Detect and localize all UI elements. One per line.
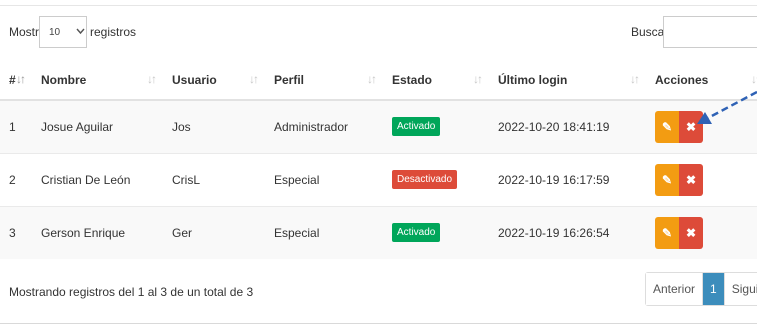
pagination: Anterior 1 Siguiente (645, 272, 757, 306)
sort-icon: ↓↑ (16, 72, 26, 86)
column-header-perfil[interactable]: Perfil ↓↑ (265, 60, 383, 101)
cell-acciones: ✎ ✖ (646, 99, 757, 153)
cell-nombre: Gerson Enrique (32, 205, 163, 259)
column-header-estado[interactable]: Estado ↓↑ (383, 60, 489, 101)
sort-icon: ↓↑ (473, 72, 483, 86)
close-icon: ✖ (685, 172, 697, 187)
edit-button[interactable]: ✎ (655, 216, 679, 249)
cell-estado: Desactivado (383, 152, 489, 206)
delete-button[interactable]: ✖ (679, 163, 703, 196)
pencil-icon: ✎ (661, 225, 673, 240)
close-icon: ✖ (685, 119, 697, 134)
cell-ultimo-login: 2022-10-19 16:17:59 (489, 152, 646, 206)
action-buttons: ✎ ✖ (655, 216, 703, 249)
table-controls: Mostrar 10 registros Buscar: (0, 16, 757, 48)
sort-icon: ↓↑ (751, 72, 757, 86)
cell-nombre: Cristian De León (32, 152, 163, 206)
column-header-label: # (9, 72, 16, 87)
cell-estado: Activado (383, 205, 489, 259)
next-page-button[interactable]: Siguiente (724, 273, 757, 305)
search-input[interactable] (663, 16, 757, 48)
cell-perfil: Especial (265, 152, 383, 206)
status-badge[interactable]: Activado (392, 223, 441, 243)
cell-acciones: ✎ ✖ (646, 152, 757, 206)
page-1-button[interactable]: 1 (702, 273, 725, 305)
cell-num: 3 (0, 205, 32, 259)
column-header-ultimo-login[interactable]: Último login ↓↑ (489, 60, 646, 101)
cell-estado: Activado (383, 99, 489, 153)
cell-ultimo-login: 2022-10-19 16:26:54 (489, 205, 646, 259)
pencil-icon: ✎ (661, 172, 673, 187)
chevron-down-icon (76, 24, 85, 40)
column-header-label: Nombre (41, 72, 87, 87)
table-row: 2 Cristian De León CrisL Especial Desact… (0, 152, 757, 206)
page-size-value: 10 (49, 27, 61, 38)
column-header-usuario[interactable]: Usuario ↓↑ (163, 60, 265, 101)
table-row: 3 Gerson Enrique Ger Especial Activado 2… (0, 205, 757, 259)
column-header-label: Acciones (655, 72, 709, 87)
delete-button[interactable]: ✖ (679, 216, 703, 249)
column-header-label: Usuario (172, 72, 217, 87)
action-buttons: ✎ ✖ (655, 163, 703, 196)
status-badge[interactable]: Activado (392, 117, 441, 137)
column-header-num[interactable]: # ↓↑ (0, 60, 32, 101)
column-header-label: Estado (392, 72, 433, 87)
close-icon: ✖ (685, 225, 697, 240)
top-divider (0, 5, 757, 6)
column-header-label: Perfil (274, 72, 305, 87)
action-buttons: ✎ ✖ (655, 110, 703, 143)
cell-nombre: Josue Aguilar (32, 99, 163, 153)
previous-page-button[interactable]: Anterior (646, 273, 703, 305)
table-row: 1 Josue Aguilar Jos Administrador Activa… (0, 99, 757, 153)
cell-perfil: Administrador (265, 99, 383, 153)
cell-usuario: CrisL (163, 152, 265, 206)
pencil-icon: ✎ (661, 119, 673, 134)
cell-num: 1 (0, 99, 32, 153)
sort-icon: ↓↑ (630, 72, 640, 86)
column-header-acciones[interactable]: Acciones ↓↑ (646, 60, 757, 101)
column-header-nombre[interactable]: Nombre ↓↑ (32, 60, 163, 101)
cell-usuario: Ger (163, 205, 265, 259)
status-badge[interactable]: Desactivado (392, 170, 458, 189)
records-info: Mostrando registros del 1 al 3 de un tot… (9, 285, 254, 299)
edit-button[interactable]: ✎ (655, 110, 679, 143)
table-header-row: # ↓↑ Nombre ↓↑ Usuario ↓↑ Perfil ↓↑ Estado ↓↑… (0, 60, 757, 101)
bottom-divider (0, 323, 757, 324)
cell-perfil: Especial (265, 205, 383, 259)
page-size-select[interactable]: 10 (39, 16, 87, 48)
cell-ultimo-login: 2022-10-20 18:41:19 (489, 99, 646, 153)
cell-acciones: ✎ ✖ (646, 205, 757, 259)
delete-button[interactable]: ✖ (679, 110, 703, 143)
cell-usuario: Jos (163, 99, 265, 153)
users-table: # ↓↑ Nombre ↓↑ Usuario ↓↑ Perfil ↓↑ Estado ↓↑… (0, 60, 757, 259)
sort-icon: ↓↑ (249, 72, 259, 86)
column-header-label: Último login (498, 72, 568, 87)
sort-icon: ↓↑ (147, 72, 157, 86)
sort-icon: ↓↑ (367, 72, 377, 86)
edit-button[interactable]: ✎ (655, 163, 679, 196)
cell-num: 2 (0, 152, 32, 206)
records-label: registros (90, 25, 137, 39)
